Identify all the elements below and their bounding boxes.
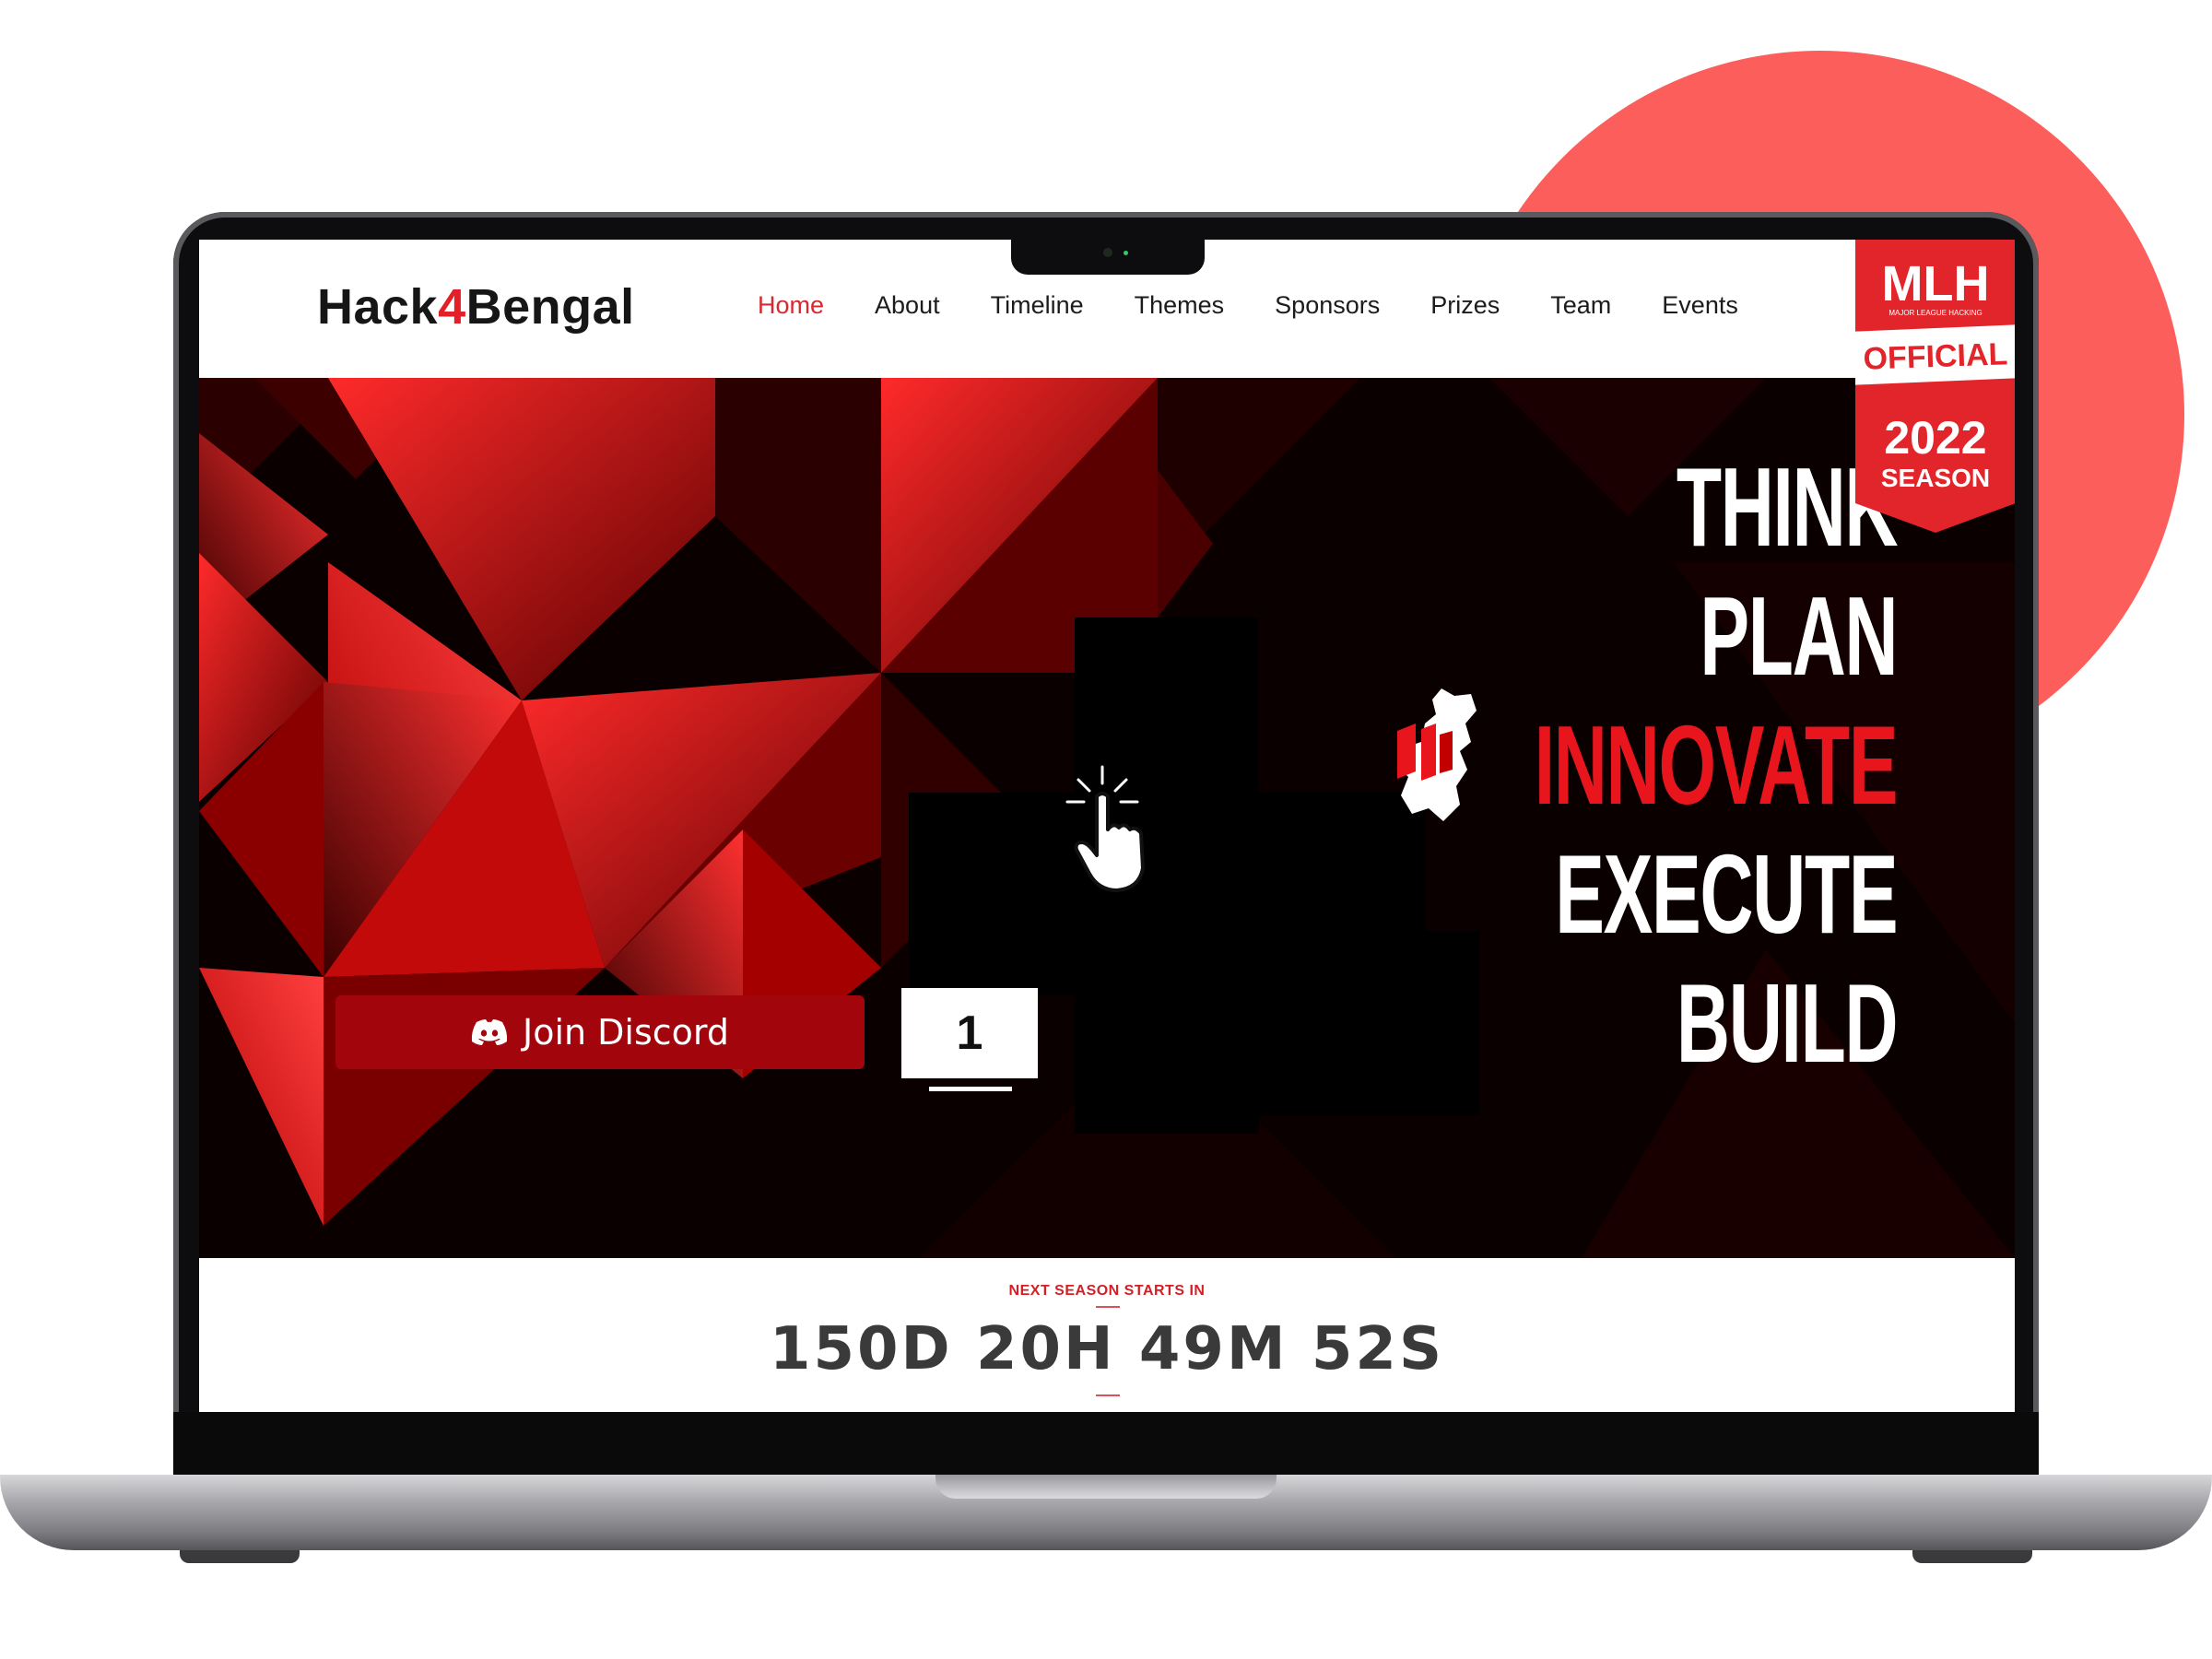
nav-item-about[interactable]: About	[875, 291, 940, 320]
slide-number: 1	[956, 1006, 983, 1060]
hero-section: THINK PLAN INNOVATE EXECUTE BUILD Join D…	[199, 378, 2015, 1258]
site-logo[interactable]: Hack4Bengal	[317, 278, 635, 335]
laptop-screen: Hack4Bengal Home About Timeline Themes S…	[199, 240, 2015, 1412]
hero-word-execute: EXECUTE	[1554, 831, 1898, 957]
laptop-foot-left	[180, 1550, 300, 1563]
laptop-base	[0, 1475, 2212, 1550]
hero-word-plan: PLAN	[1700, 573, 1898, 699]
pointer-hand-icon	[1065, 765, 1145, 892]
mlh-ribbon: OFFICIAL	[1863, 336, 2008, 376]
nav-item-team[interactable]: Team	[1550, 291, 1611, 320]
hero-word-innovate: INNOVATE	[1534, 702, 1898, 828]
join-discord-button[interactable]: Join Discord	[335, 995, 865, 1069]
countdown-timer: 150D 20H 49M 52S	[769, 1315, 1445, 1383]
mlh-official-badge[interactable]: MLH MAJOR LEAGUE HACKING OFFICIAL 2022 S…	[1855, 240, 2015, 533]
mlh-title: MLH	[1882, 256, 1990, 312]
countdown-divider-bottom	[1096, 1394, 1120, 1396]
logo-text-prefix: Hack	[317, 279, 439, 335]
slide-indicator-underline	[929, 1087, 1012, 1091]
countdown-section: NEXT SEASON STARTS IN 150D 20H 49M 52S	[199, 1258, 2015, 1412]
hero-word-think: THINK	[1676, 444, 1899, 570]
nav-menu: Home About Timeline Themes Sponsors Priz…	[758, 291, 1789, 320]
nav-item-themes[interactable]: Themes	[1135, 291, 1225, 320]
hero-word-build: BUILD	[1676, 960, 1899, 1086]
mlh-season: SEASON	[1881, 464, 1990, 492]
bengal-map-icon	[1397, 688, 1477, 821]
nav-item-home[interactable]: Home	[758, 291, 824, 320]
logo-text-digit: 4	[438, 279, 466, 335]
laptop-chin	[173, 1412, 2039, 1477]
laptop-foot-right	[1912, 1550, 2032, 1563]
nav-item-events[interactable]: Events	[1662, 291, 1738, 320]
camera-notch	[1011, 240, 1205, 275]
discord-icon	[471, 1018, 508, 1046]
nav-item-timeline[interactable]: Timeline	[991, 291, 1084, 320]
slide-indicator[interactable]: 1	[901, 988, 1038, 1078]
mlh-year: 2022	[1884, 412, 1986, 464]
countdown-divider-top	[1096, 1306, 1120, 1308]
mlh-subtitle: MAJOR LEAGUE HACKING	[1888, 309, 1982, 317]
nav-item-prizes[interactable]: Prizes	[1430, 291, 1500, 320]
nav-item-sponsors[interactable]: Sponsors	[1275, 291, 1380, 320]
countdown-label: NEXT SEASON STARTS IN	[1008, 1283, 1206, 1299]
logo-text-suffix: Bengal	[465, 279, 635, 335]
join-discord-label: Join Discord	[522, 1012, 729, 1053]
